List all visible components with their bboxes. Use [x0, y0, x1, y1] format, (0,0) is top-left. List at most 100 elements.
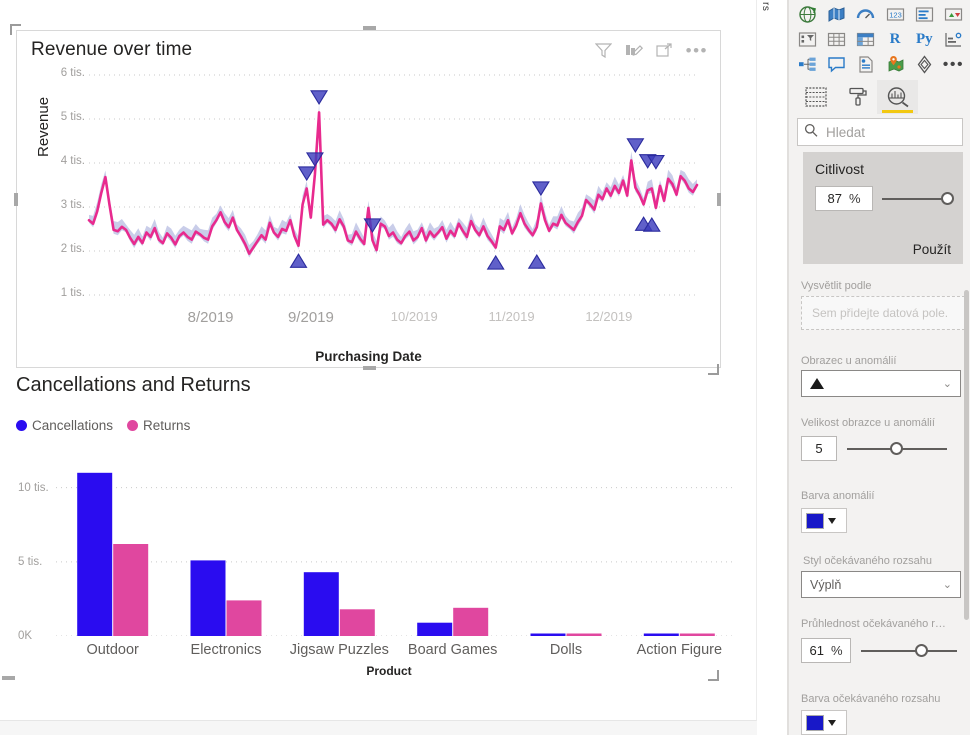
visualizations-pane[interactable]: 123 R [788, 0, 970, 735]
selection-handle-top-left[interactable] [10, 24, 23, 37]
line-chart-x-tick: 12/2019 [585, 309, 632, 324]
explain-by-dropzone[interactable]: Sem přidejte datová pole. [801, 296, 965, 330]
anomaly-marker [627, 139, 643, 152]
focus-mode-icon[interactable] [656, 43, 673, 58]
canvas-bottom-shadow [0, 721, 757, 735]
transparency-slider-knob[interactable] [915, 644, 928, 657]
visualization-gallery[interactable]: 123 R [789, 0, 970, 78]
caret-down-icon-3 [828, 720, 836, 726]
bar-chart-title: Cancellations and Returns [16, 374, 251, 397]
card-123-icon[interactable]: 123 [883, 3, 908, 27]
bar [644, 634, 679, 637]
filter-icon[interactable] [595, 43, 612, 58]
anomaly-color-picker[interactable] [801, 508, 847, 533]
line-chart-x-tick: 8/2019 [188, 309, 234, 326]
python-script-icon[interactable]: Py [912, 28, 937, 52]
line-chart-y-tick: 6 tis. [61, 67, 85, 79]
slicer-icon[interactable] [795, 28, 820, 52]
sliver-vertical-label: rs [760, 2, 771, 11]
line-chart-svg [89, 75, 697, 295]
selection-handle-bottom[interactable] [363, 366, 376, 370]
edit-chart-icon[interactable] [625, 43, 643, 58]
sensitivity-card[interactable]: Citlivost 87 % Použít [803, 152, 963, 264]
visual-revenue-over-time[interactable]: Revenue over time [16, 30, 721, 368]
apply-button[interactable]: Použít [913, 242, 951, 257]
selection-handle-top[interactable] [363, 26, 376, 30]
visual-header-icons: ••• [595, 43, 708, 58]
bar-chart-legend: Cancellations Returns [16, 418, 190, 433]
tab-analytics[interactable] [877, 80, 918, 114]
search-icon [804, 123, 818, 142]
globe-map-icon[interactable] [795, 3, 820, 27]
line-chart-x-tick: 11/2019 [489, 309, 535, 324]
chevron-down-icon: ⌄ [943, 377, 952, 390]
pane-scrollbar[interactable] [964, 290, 969, 620]
bar [417, 623, 452, 636]
bar-chart-plot-area [56, 458, 736, 636]
filled-map-icon[interactable] [824, 3, 849, 27]
bar-chart-category-label: Jigsaw Puzzles [290, 642, 389, 658]
report-canvas[interactable]: Revenue over time [0, 0, 757, 721]
expected-range-transparency-label: Průhlednost očekávaného r… [801, 618, 946, 630]
anomaly-shape-size-row: 5 [801, 436, 965, 461]
anomaly-shape-size-box[interactable]: 5 [801, 436, 837, 461]
sensitivity-slider-knob[interactable] [941, 192, 954, 205]
anomaly-color-swatch [806, 513, 824, 529]
anomaly-marker [488, 256, 504, 269]
matrix-icon[interactable] [853, 28, 878, 52]
anomaly-shape-select[interactable]: ⌄ [801, 370, 961, 397]
transparency-value-box[interactable]: 61 % [801, 638, 851, 663]
line-chart-y-tick: 5 tis. [61, 111, 85, 123]
arc-gauge-icon[interactable] [853, 3, 878, 27]
transparency-slider[interactable] [861, 644, 957, 658]
more-options-icon[interactable]: ••• [686, 46, 708, 56]
sensitivity-slider[interactable] [882, 192, 951, 206]
r-script-icon[interactable]: R [883, 28, 908, 52]
anomaly-marker [529, 255, 545, 268]
legend-item[interactable]: Returns [127, 418, 190, 433]
bar [227, 600, 262, 636]
search-input[interactable] [824, 124, 956, 141]
qna-icon[interactable] [824, 53, 849, 77]
kpi-icon[interactable] [941, 3, 966, 27]
bar [113, 544, 148, 636]
tab-format[interactable] [836, 80, 877, 114]
bar [453, 608, 488, 636]
paginated-report-icon[interactable] [853, 53, 878, 77]
app-root: Revenue over time [0, 0, 970, 735]
anomaly-shape-size-label: Velikost obrazce u anomálií [801, 417, 935, 429]
line-chart-y-tick: 3 tis. [61, 199, 85, 211]
key-influencers-icon[interactable] [941, 28, 966, 52]
bar-chart-category-label: Board Games [408, 642, 497, 658]
arcgis-map-icon[interactable] [883, 53, 908, 77]
multi-row-card-icon[interactable] [912, 3, 937, 27]
explain-by-label: Vysvětlit podle [801, 280, 872, 292]
anomaly-color-label: Barva anomálií [801, 490, 874, 502]
legend-label: Returns [143, 418, 190, 433]
more-visuals-icon[interactable]: ••• [941, 53, 966, 77]
bar-chart-category-label: Dolls [550, 642, 582, 658]
expected-range-style-select[interactable]: Výplň ⌄ [801, 571, 961, 598]
pane-tab-row[interactable] [789, 80, 970, 114]
sensitivity-value-box[interactable]: 87 % [815, 186, 873, 211]
legend-color-dot [16, 420, 27, 431]
anomaly-shape-size-value: 5 [815, 441, 822, 456]
line-chart-x-tick: 9/2019 [288, 309, 334, 326]
legend-item[interactable]: Cancellations [16, 418, 113, 433]
decomposition-tree-icon[interactable] [795, 53, 820, 77]
expected-range-color-picker[interactable] [801, 710, 847, 735]
sensitivity-unit: % [849, 191, 861, 206]
explain-by-placeholder: Sem přidejte datová pole. [812, 306, 948, 320]
table-icon[interactable] [824, 28, 849, 52]
anomaly-shape-size-knob[interactable] [890, 442, 903, 455]
search-box[interactable] [797, 118, 963, 146]
transparency-value: 61 [809, 643, 823, 658]
power-apps-icon[interactable] [912, 53, 937, 77]
visual-cancellations-and-returns[interactable]: Cancellations and Returns Cancellations R… [8, 374, 748, 684]
bar-chart-category-label: Action Figure [637, 642, 722, 658]
tab-fields[interactable] [795, 80, 836, 114]
expected-range-style-label: Styl očekávaného rozsahu [803, 555, 932, 567]
selection-handle-right[interactable] [717, 193, 721, 206]
anomaly-shape-size-slider[interactable] [847, 442, 947, 456]
selection-handle-left[interactable] [14, 193, 18, 206]
